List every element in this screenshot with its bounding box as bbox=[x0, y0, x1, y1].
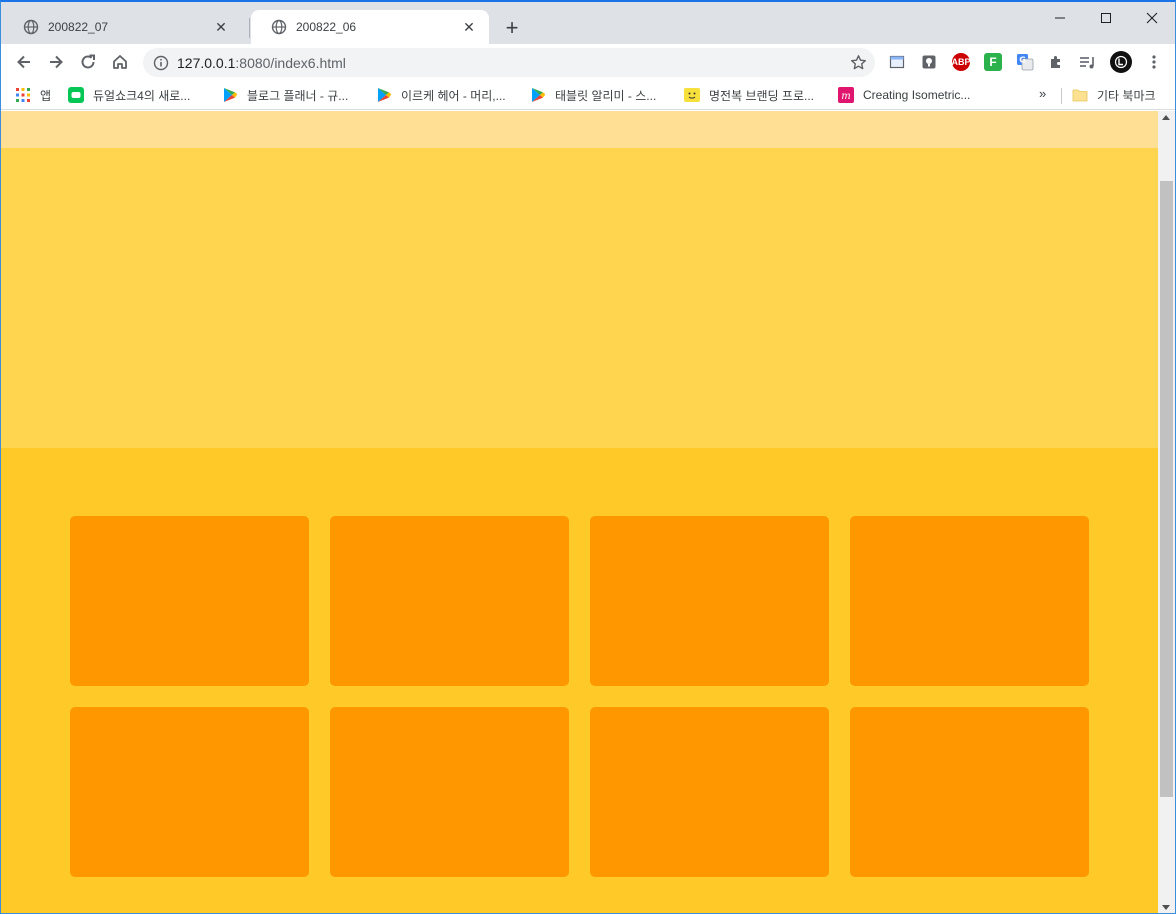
grid-box bbox=[850, 707, 1089, 877]
bookmark-item[interactable]: 듀얼쇼크4의 새로... bbox=[68, 85, 190, 105]
bookmark-label: 명전복 브랜딩 프로... bbox=[709, 88, 814, 103]
scrollbar-thumb[interactable] bbox=[1160, 181, 1173, 797]
play-store-icon bbox=[376, 87, 392, 103]
apps-grid-icon bbox=[15, 87, 31, 103]
bookmark-item[interactable]: 명전복 브랜딩 프로... bbox=[684, 85, 814, 105]
bookmarks-divider bbox=[1061, 88, 1062, 104]
svg-text:m: m bbox=[841, 91, 850, 102]
hero-section bbox=[1, 148, 1158, 448]
menu-kebab-icon[interactable] bbox=[1145, 53, 1163, 71]
back-button[interactable] bbox=[10, 48, 38, 76]
keep-icon[interactable] bbox=[920, 53, 938, 71]
grid-box bbox=[70, 516, 309, 686]
reload-icon bbox=[81, 54, 95, 69]
bookmark-item[interactable]: m Creating Isometric... bbox=[838, 85, 970, 105]
smiley-icon bbox=[684, 87, 700, 103]
other-bookmarks-folder[interactable]: 기타 북마크 bbox=[1072, 85, 1156, 105]
bookmark-apps[interactable]: 앱 bbox=[15, 85, 51, 105]
bookmark-label: 앱 bbox=[40, 88, 52, 103]
tab-strip: 200822_07 ✕ 200822_06 ✕ + bbox=[1, 2, 1175, 44]
minimize-button[interactable] bbox=[1037, 2, 1083, 34]
content-section bbox=[1, 448, 1158, 913]
tab-title: 200822_07 bbox=[48, 20, 109, 34]
grid-box bbox=[590, 707, 829, 877]
grid-box bbox=[70, 707, 309, 877]
browser-window: 200822_07 ✕ 200822_06 ✕ + 127.0.0.1:808… bbox=[0, 0, 1176, 914]
close-icon[interactable]: ✕ bbox=[461, 19, 477, 35]
grid-box bbox=[850, 516, 1089, 686]
tab-divider bbox=[249, 18, 250, 38]
header-band bbox=[1, 111, 1158, 148]
m-logo-icon: m bbox=[838, 87, 854, 103]
page-viewport bbox=[1, 111, 1158, 913]
globe-icon bbox=[271, 19, 287, 35]
home-icon bbox=[113, 55, 127, 69]
media-playlist-icon[interactable] bbox=[1079, 53, 1097, 71]
url-host: 127.0.0.1 bbox=[177, 54, 236, 71]
bookmark-label: 듀얼쇼크4의 새로... bbox=[93, 88, 191, 103]
grid-box bbox=[330, 707, 569, 877]
grid-box bbox=[330, 516, 569, 686]
bookmarks-bar: 앱 듀얼쇼크4의 새로... 블로그 플래너 - 규... 이르케 헤어 - 머… bbox=[1, 80, 1175, 110]
globe-icon bbox=[23, 19, 39, 35]
bookmark-label: 이르케 헤어 - 머리,... bbox=[401, 88, 506, 103]
adblock-plus-icon[interactable]: ABP bbox=[952, 53, 971, 71]
reload-button[interactable] bbox=[74, 48, 102, 76]
close-icon[interactable]: ✕ bbox=[213, 19, 229, 35]
toolbar: 127.0.0.1:8080/index6.html ABP F G bbox=[1, 44, 1175, 80]
forward-button[interactable] bbox=[42, 48, 70, 76]
grid-box bbox=[590, 516, 829, 686]
profile-avatar-icon[interactable] bbox=[1110, 51, 1132, 73]
tab-200822-06[interactable]: 200822_06 ✕ bbox=[251, 10, 489, 44]
tab-manager-icon[interactable] bbox=[888, 53, 906, 71]
more-bookmarks-chevron-icon[interactable]: » bbox=[1039, 86, 1046, 101]
bookmark-label: 태블릿 알리미 - 스... bbox=[555, 88, 657, 103]
tab-title: 200822_06 bbox=[296, 20, 357, 34]
address-bar[interactable]: 127.0.0.1:8080/index6.html bbox=[143, 48, 875, 77]
play-store-icon bbox=[530, 87, 546, 103]
feedly-icon[interactable]: F bbox=[984, 53, 1002, 71]
scroll-up-arrow-icon[interactable] bbox=[1162, 115, 1170, 120]
bookmark-item[interactable]: 이르케 헤어 - 머리,... bbox=[376, 85, 506, 105]
new-tab-button[interactable]: + bbox=[499, 15, 525, 41]
folder-icon bbox=[1072, 87, 1088, 103]
tab-200822-07[interactable]: 200822_07 ✕ bbox=[3, 10, 241, 44]
url-path: :8080/index6.html bbox=[235, 54, 346, 71]
bookmark-item[interactable]: 블로그 플래너 - 규... bbox=[222, 85, 348, 105]
bookmark-label: Creating Isometric... bbox=[863, 88, 971, 102]
play-store-icon bbox=[222, 87, 238, 103]
bookmark-label: 블로그 플래너 - 규... bbox=[247, 88, 349, 103]
forward-arrow-icon bbox=[50, 55, 63, 69]
bookmark-item[interactable]: 태블릿 알리미 - 스... bbox=[530, 85, 656, 105]
home-button[interactable] bbox=[106, 48, 134, 76]
extensions-puzzle-icon[interactable] bbox=[1047, 53, 1065, 71]
google-translate-icon[interactable]: G bbox=[1016, 53, 1034, 71]
vertical-scrollbar[interactable] bbox=[1158, 111, 1175, 913]
back-arrow-icon bbox=[17, 55, 30, 69]
line-icon bbox=[68, 87, 84, 103]
scroll-down-arrow-icon[interactable] bbox=[1162, 905, 1170, 910]
close-window-button[interactable] bbox=[1129, 2, 1175, 34]
bookmark-label: 기타 북마크 bbox=[1097, 88, 1156, 103]
svg-text:G: G bbox=[1019, 56, 1026, 65]
info-icon[interactable] bbox=[153, 55, 169, 71]
bookmark-star-icon[interactable] bbox=[850, 54, 867, 71]
maximize-button[interactable] bbox=[1083, 2, 1129, 34]
